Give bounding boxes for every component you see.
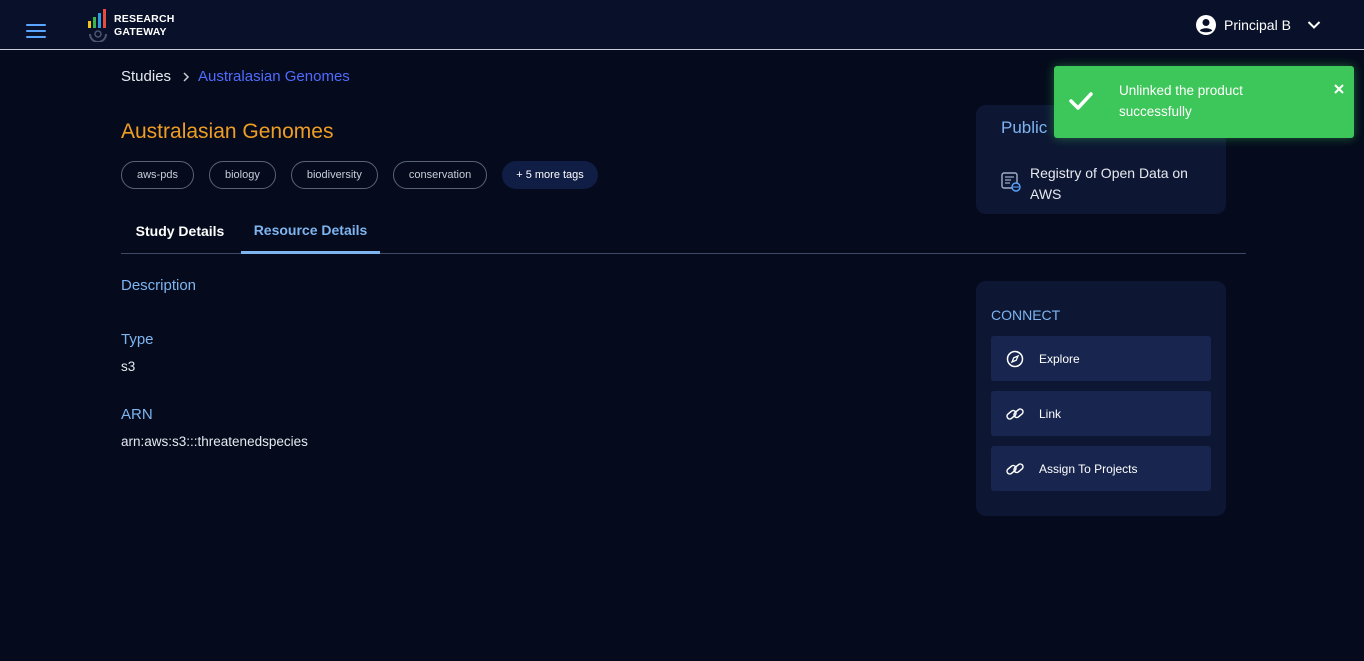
research-gateway-logo[interactable]: RESEARCH GATEWAY [86, 8, 186, 44]
toast-message: Unlinked the product successfully [1119, 83, 1243, 119]
explore-button[interactable]: Explore [991, 336, 1211, 381]
type-label: Type [121, 331, 154, 348]
assign-to-projects-label: Assign To Projects [1039, 461, 1138, 476]
close-icon[interactable] [1333, 83, 1345, 95]
tab-study-details[interactable]: Study Details [121, 214, 239, 254]
link-button[interactable]: Link [991, 391, 1211, 436]
assign-to-projects-button[interactable]: Assign To Projects [991, 446, 1211, 491]
user-name: Principal B [1224, 17, 1291, 33]
arn-label: ARN [121, 406, 153, 423]
link-icon [1006, 462, 1024, 475]
registry-icon [1001, 172, 1021, 192]
detail-tabs: Study Details Resource Details [121, 214, 1246, 254]
tag-chip[interactable]: aws-pds [121, 161, 194, 189]
arn-value: arn:aws:s3:::threatenedspecies [121, 434, 308, 449]
tag-list: aws-pds biology biodiversity conservatio… [121, 161, 598, 189]
type-value: s3 [121, 359, 136, 374]
more-tags-button[interactable]: + 5 more tags [502, 161, 598, 189]
success-toast: Unlinked the product successfully [1054, 66, 1354, 138]
public-card-title: Public [1001, 118, 1048, 137]
breadcrumb-studies-link[interactable]: Studies [121, 68, 171, 85]
top-navbar: RESEARCH GATEWAY Principal B [0, 0, 1364, 50]
logo-chart-icon [88, 9, 107, 42]
page-title: Australasian Genomes [121, 120, 334, 143]
chevron-right-icon [183, 71, 190, 82]
connect-title: CONNECT [991, 307, 1061, 323]
chevron-down-icon[interactable] [1307, 20, 1321, 30]
breadcrumb-current: Australasian Genomes [198, 68, 350, 85]
checkmark-icon [1069, 92, 1093, 110]
link-icon [1006, 407, 1024, 420]
tag-chip[interactable]: biodiversity [290, 161, 378, 189]
registry-source-label: Registry of Open Data on AWS [1030, 165, 1188, 202]
explore-label: Explore [1039, 351, 1080, 366]
registry-source: Registry of Open Data on AWS [1000, 163, 1205, 205]
breadcrumb: Studies Australasian Genomes [121, 68, 350, 85]
hamburger-menu-icon[interactable] [26, 24, 46, 38]
logo-line-2: GATEWAY [114, 26, 167, 38]
tag-chip[interactable]: biology [208, 161, 276, 189]
tab-resource-details[interactable]: Resource Details [241, 214, 380, 254]
logo-text: RESEARCH GATEWAY [114, 13, 175, 39]
compass-icon [1006, 350, 1024, 367]
link-label: Link [1039, 406, 1062, 421]
connect-card: CONNECT Explore Link Assign To Projects [976, 281, 1226, 516]
tag-chip[interactable]: conservation [392, 161, 488, 189]
description-label: Description [121, 277, 197, 294]
logo-line-1: RESEARCH [114, 13, 175, 25]
user-account-icon [1196, 15, 1216, 35]
user-menu[interactable]: Principal B [1196, 13, 1321, 37]
